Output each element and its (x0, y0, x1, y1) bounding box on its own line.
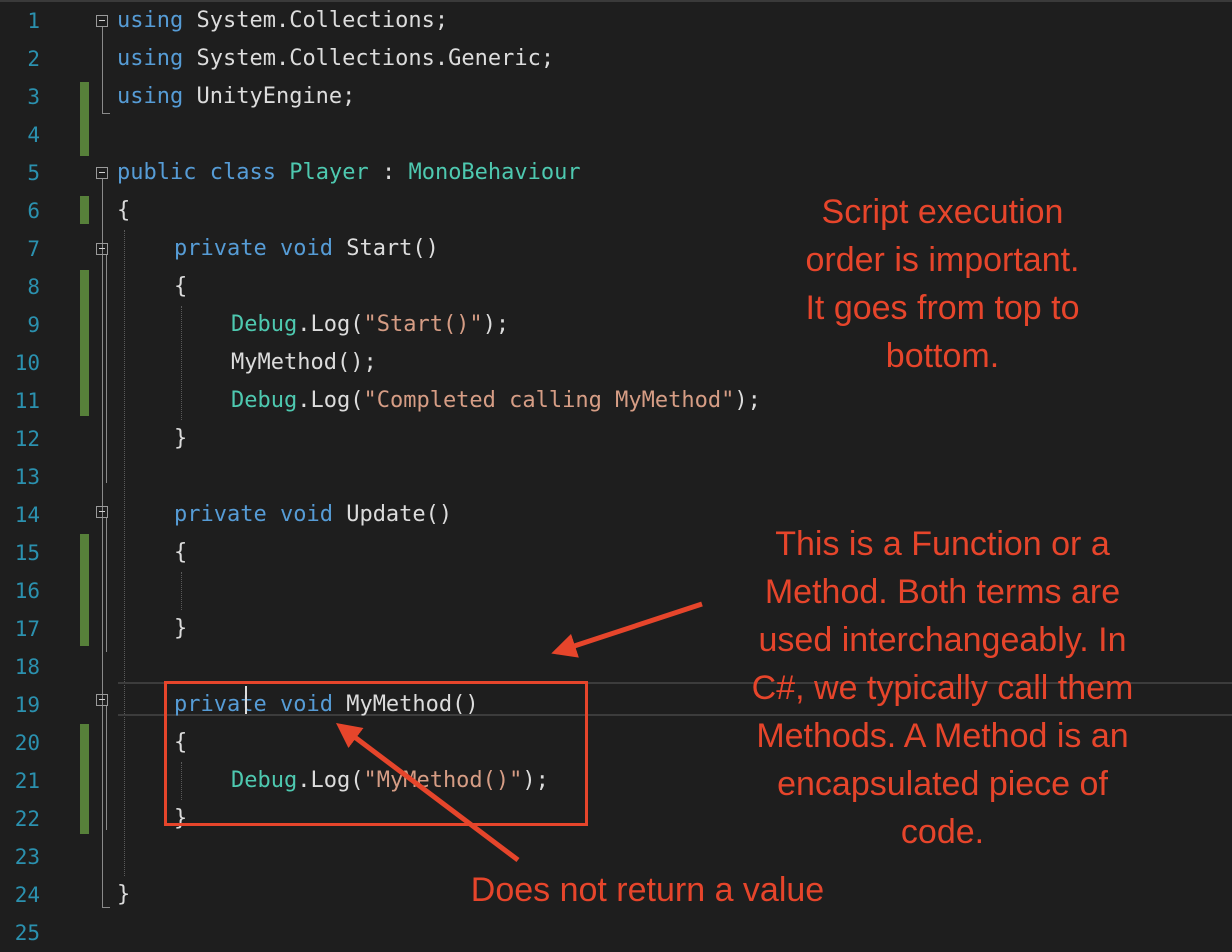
note-line: C#, we typically call them (751, 669, 1134, 707)
note-line: Method. Both terms are (764, 573, 1121, 611)
note-line: used interchangeably. In (758, 621, 1127, 659)
note-line: This is a Function or a (775, 525, 1110, 563)
note-line: code. (900, 813, 985, 851)
function-method-note: This is a Function or a Method. Both ter… (705, 520, 1180, 856)
note-line: It goes from top to (805, 289, 1080, 327)
note-line: Methods. A Method is an (756, 717, 1129, 755)
no-return-note: Does not return a value (470, 871, 825, 909)
note-line: bottom. (885, 337, 1000, 375)
note-line: Script execution (821, 193, 1064, 231)
note-line: encapsulated piece of (777, 765, 1108, 803)
arrow-to-method (551, 601, 703, 658)
execution-order-note: Script execution order is important. It … (760, 188, 1125, 380)
arrow-to-void (336, 722, 520, 862)
note-line: order is important. (805, 241, 1080, 279)
